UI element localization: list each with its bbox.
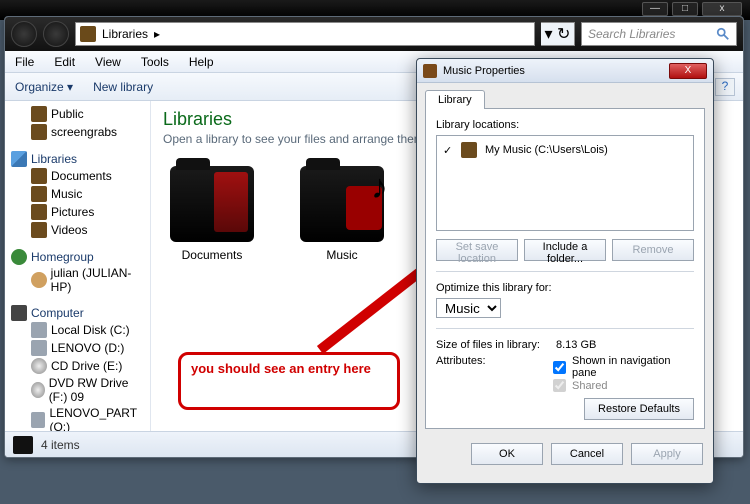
nav-drive-d[interactable]: LENOVO (D:) bbox=[11, 339, 150, 357]
disc-icon bbox=[31, 358, 47, 374]
drive-icon bbox=[31, 340, 47, 356]
nav-drive-f[interactable]: DVD RW Drive (F:) 09 bbox=[11, 375, 150, 405]
nav-homegroup[interactable]: Homegroup bbox=[11, 249, 150, 265]
libraries-icon bbox=[80, 26, 96, 42]
organize-button[interactable]: Organize ▾ bbox=[5, 76, 83, 98]
location-item[interactable]: ✓ My Music (C:\Users\Lois) bbox=[443, 142, 687, 158]
music-icon bbox=[31, 186, 47, 202]
nav-pane: Public screengrabs Libraries Documents M… bbox=[5, 101, 151, 431]
drive-icon bbox=[31, 412, 45, 428]
breadcrumb-sep: ▸ bbox=[154, 27, 160, 41]
user-icon bbox=[31, 272, 47, 288]
nav-drive-e[interactable]: CD Drive (E:) bbox=[11, 357, 150, 375]
music-folder-icon bbox=[300, 166, 384, 242]
size-label: Size of files in library: bbox=[436, 339, 546, 351]
nav-pictures[interactable]: Pictures bbox=[11, 203, 150, 221]
nav-music[interactable]: Music bbox=[11, 185, 150, 203]
libraries-icon bbox=[11, 151, 27, 167]
dialog-titlebar[interactable]: Music Properties X bbox=[417, 59, 713, 83]
documents-folder-icon bbox=[170, 166, 254, 242]
check-icon: ✓ bbox=[443, 144, 453, 157]
videos-icon bbox=[31, 222, 47, 238]
attributes-label: Attributes: bbox=[436, 355, 543, 367]
back-button[interactable] bbox=[11, 21, 37, 47]
minimize-button[interactable]: — bbox=[642, 2, 668, 16]
set-save-location-button: Set save location bbox=[436, 239, 518, 261]
menu-tools[interactable]: Tools bbox=[131, 53, 179, 71]
library-item-music[interactable]: Music bbox=[297, 166, 387, 262]
nav-drive-o[interactable]: LENOVO_PART (O:) bbox=[11, 405, 150, 431]
locations-list[interactable]: ✓ My Music (C:\Users\Lois) bbox=[436, 135, 694, 231]
breadcrumb-dropdown[interactable]: ▾ ↻ bbox=[541, 22, 575, 46]
dialog-title: Music Properties bbox=[443, 65, 525, 77]
dialog-icon bbox=[423, 64, 437, 78]
size-value: 8.13 GB bbox=[556, 339, 596, 351]
folder-icon bbox=[31, 124, 47, 140]
menu-edit[interactable]: Edit bbox=[44, 53, 85, 71]
optimize-select[interactable]: Music bbox=[436, 298, 501, 318]
apply-button: Apply bbox=[631, 443, 703, 465]
help-button[interactable]: ? bbox=[715, 78, 735, 96]
breadcrumb-root[interactable]: Libraries bbox=[102, 27, 148, 41]
shared-label: Shared bbox=[572, 380, 607, 392]
search-placeholder: Search Libraries bbox=[588, 27, 675, 41]
library-item-documents[interactable]: Documents bbox=[167, 166, 257, 262]
drive-icon bbox=[31, 322, 47, 338]
new-library-button[interactable]: New library bbox=[83, 76, 163, 98]
nav-computer[interactable]: Computer bbox=[11, 305, 150, 321]
status-folder-icon bbox=[13, 436, 33, 454]
tab-page: Library locations: ✓ My Music (C:\Users\… bbox=[425, 108, 705, 429]
dialog-close-button[interactable]: X bbox=[669, 63, 707, 79]
location-path: My Music (C:\Users\Lois) bbox=[485, 144, 608, 156]
menu-view[interactable]: View bbox=[85, 53, 131, 71]
restore-defaults-button[interactable]: Restore Defaults bbox=[584, 398, 694, 420]
maximize-button[interactable]: □ bbox=[672, 2, 698, 16]
nav-documents[interactable]: Documents bbox=[11, 167, 150, 185]
nav-hg-user[interactable]: julian (JULIAN-HP) bbox=[11, 265, 150, 295]
cancel-button[interactable]: Cancel bbox=[551, 443, 623, 465]
nav-videos[interactable]: Videos bbox=[11, 221, 150, 239]
homegroup-icon bbox=[11, 249, 27, 265]
annotation-callout: you should see an entry here bbox=[178, 352, 400, 410]
ok-button[interactable]: OK bbox=[471, 443, 543, 465]
remove-button: Remove bbox=[612, 239, 694, 261]
nav-screengrabs[interactable]: screengrabs bbox=[11, 123, 150, 141]
locations-label: Library locations: bbox=[436, 119, 694, 131]
include-folder-button[interactable]: Include a folder... bbox=[524, 239, 606, 261]
close-button[interactable]: x bbox=[702, 2, 742, 16]
breadcrumb[interactable]: Libraries ▸ bbox=[75, 22, 535, 46]
shared-checkbox bbox=[553, 379, 566, 392]
status-count: 4 items bbox=[41, 438, 80, 452]
disc-icon bbox=[31, 382, 45, 398]
tab-library[interactable]: Library bbox=[425, 90, 485, 109]
folder-icon bbox=[31, 106, 47, 122]
computer-icon bbox=[11, 305, 27, 321]
documents-icon bbox=[31, 168, 47, 184]
library-label: Music bbox=[326, 248, 357, 262]
search-icon bbox=[716, 27, 730, 41]
folder-icon bbox=[461, 142, 477, 158]
nav-public[interactable]: Public bbox=[11, 105, 150, 123]
shown-in-nav-checkbox[interactable] bbox=[553, 361, 566, 374]
nav-drive-c[interactable]: Local Disk (C:) bbox=[11, 321, 150, 339]
shown-in-nav-label: Shown in navigation pane bbox=[572, 355, 694, 379]
library-label: Documents bbox=[182, 248, 243, 262]
forward-button[interactable] bbox=[43, 21, 69, 47]
pictures-icon bbox=[31, 204, 47, 220]
menu-help[interactable]: Help bbox=[179, 53, 224, 71]
menu-file[interactable]: File bbox=[5, 53, 44, 71]
nav-libraries[interactable]: Libraries bbox=[11, 151, 150, 167]
address-row: Libraries ▸ ▾ ↻ Search Libraries bbox=[5, 17, 743, 51]
optimize-label: Optimize this library for: bbox=[436, 282, 694, 294]
properties-dialog: Music Properties X Library Library locat… bbox=[416, 58, 714, 484]
search-input[interactable]: Search Libraries bbox=[581, 22, 737, 46]
